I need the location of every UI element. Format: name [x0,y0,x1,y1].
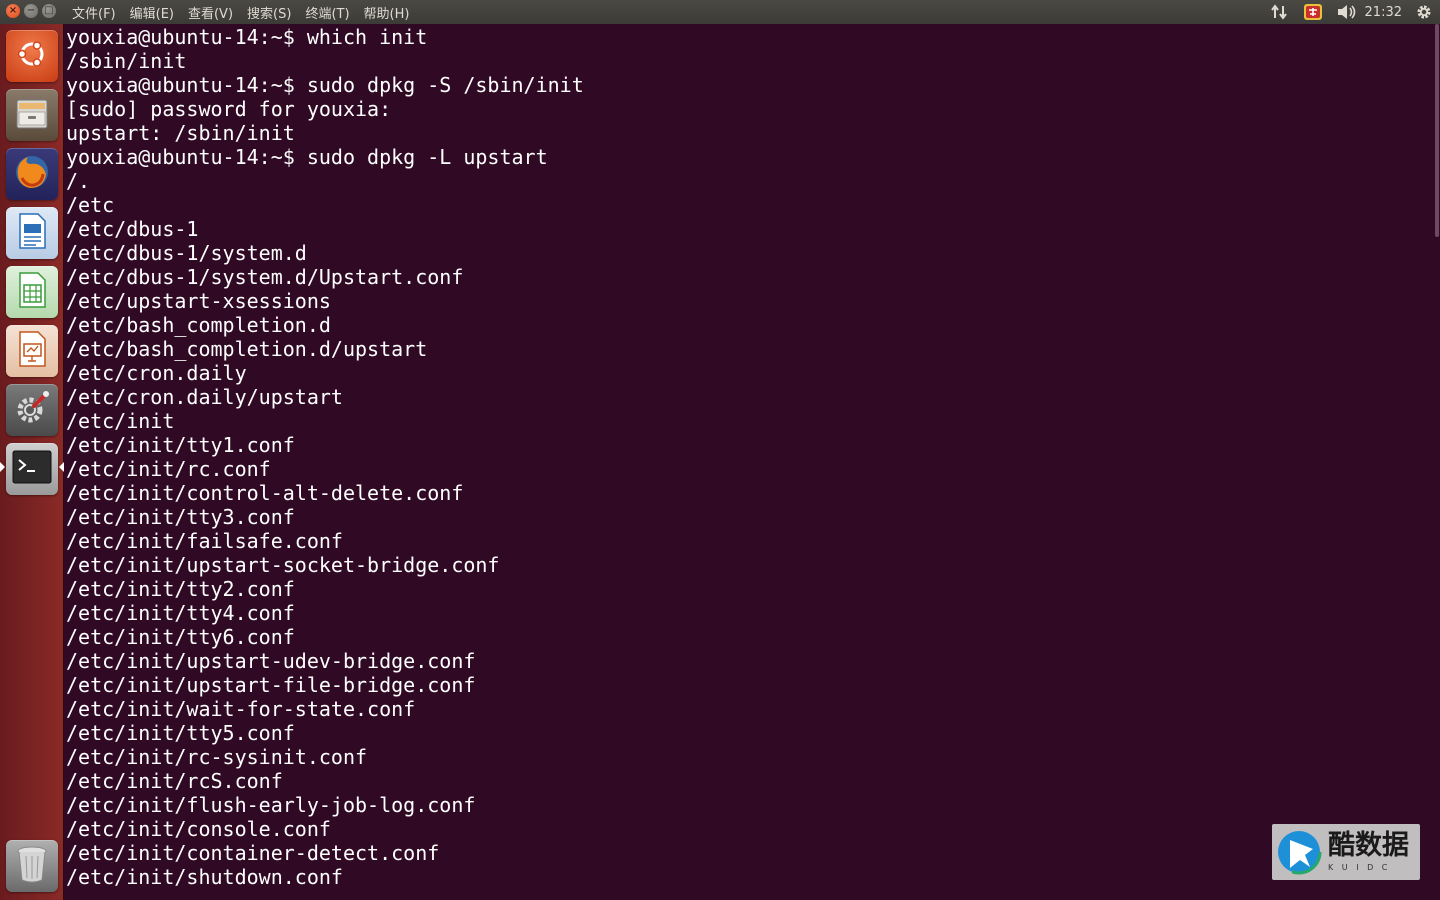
launcher-dash-home[interactable] [6,30,58,82]
terminal-line: /etc/init/rc-sysinit.conf [66,745,368,769]
terminal-line: /etc/init/tty2.conf [66,577,295,601]
terminal-line: /etc/cron.daily [66,361,247,385]
terminal-text: youxia@ubuntu-14:~$ which init/sbin/init… [65,24,1432,889]
terminal-line: /etc/init/tty6.conf [66,625,295,649]
terminal-line: youxia@ubuntu-14:~$ sudo dpkg -S /sbin/i… [66,73,584,97]
watermark: 酷数据 K U I D C [1272,824,1420,880]
close-icon: × [8,5,18,16]
terminal-line: /etc/init/tty5.conf [66,721,295,745]
terminal-line: /etc/dbus-1/system.d/Upstart.conf [66,265,464,289]
terminal-line: /. [66,169,91,193]
launcher [0,24,64,900]
minimize-window-button[interactable]: − [24,4,38,18]
terminal-scrollbar[interactable] [1432,24,1440,900]
file-cabinet-icon [13,94,51,136]
gear-icon[interactable] [1412,0,1436,24]
terminal-line: /etc/init/upstart-file-bridge.conf [66,673,476,697]
scrollbar-thumb[interactable] [1435,24,1439,237]
menu-search[interactable]: 搜索(S) [247,3,291,22]
terminal-line: /sbin/init [66,49,187,73]
terminal-line: /etc/init/console.conf [66,817,331,841]
input-method-icon[interactable] [1301,0,1325,24]
terminal-line: youxia@ubuntu-14:~$ which init [66,25,428,49]
volume-icon[interactable] [1335,0,1359,24]
terminal-line: upstart: /sbin/init [66,121,295,145]
network-updown-icon[interactable] [1267,0,1291,24]
menu-terminal[interactable]: 终端(T) [305,3,349,22]
menu-file[interactable]: 文件(F) [72,3,116,22]
terminal-line: /etc/cron.daily/upstart [66,385,343,409]
menu-help[interactable]: 帮助(H) [364,3,410,22]
minimize-icon: − [26,5,36,16]
trash-icon [14,844,50,888]
terminal-line: /etc/init/tty1.conf [66,433,295,457]
maximize-icon: □ [44,5,54,16]
spreadsheet-icon [14,271,50,313]
watermark-subtitle: K U I D C [1328,863,1391,872]
menubar: 文件(F) 编辑(E) 查看(V) 搜索(S) 终端(T) 帮助(H) [72,0,423,24]
launcher-files[interactable] [6,89,58,141]
close-window-button[interactable]: × [6,4,20,18]
terminal-line: /etc/init/tty3.conf [66,505,295,529]
terminal-line: /etc/init/rc.conf [66,457,271,481]
tools-icon [12,388,52,432]
launcher-system-settings[interactable] [6,384,58,436]
terminal-line: /etc/init/upstart-socket-bridge.conf [66,553,500,577]
terminal-icon [12,450,52,488]
terminal-line: youxia@ubuntu-14:~$ sudo dpkg -L upstart [66,145,548,169]
terminal-line: /etc/init/flush-early-job-log.conf [66,793,476,817]
document-icon [14,212,50,254]
presentation-icon [14,330,50,372]
launcher-calc[interactable] [6,266,58,318]
firefox-icon [12,152,52,196]
terminal-output[interactable]: youxia@ubuntu-14:~$ which init/sbin/init… [65,24,1432,900]
menu-view[interactable]: 查看(V) [188,3,233,22]
system-tray: 21:32 [1257,0,1440,24]
terminal-line: /etc/dbus-1 [66,217,199,241]
terminal-line: /etc/bash_completion.d [66,313,331,337]
terminal-line: /etc [66,193,115,217]
terminal-line: /etc/init/rcS.conf [66,769,283,793]
launcher-firefox[interactable] [6,148,58,200]
launcher-writer[interactable] [6,207,58,259]
watermark-title: 酷数据 [1328,830,1409,861]
terminal-line: /etc/init/tty4.conf [66,601,295,625]
terminal-line: /etc/init/control-alt-delete.conf [66,481,464,505]
terminal-line: /etc/init/shutdown.conf [66,865,343,889]
active-indicator-left [0,462,5,472]
maximize-window-button[interactable]: □ [42,4,56,18]
terminal-line: /etc/init/failsafe.conf [66,529,343,553]
terminal-line: /etc/init/wait-for-state.conf [66,697,416,721]
launcher-terminal[interactable] [6,443,58,495]
terminal-line: /etc/bash_completion.d/upstart [66,337,428,361]
clock[interactable]: 21:32 [1365,5,1402,20]
ubuntu-logo-icon [14,36,50,76]
terminal-line: [sudo] password for youxia: [66,97,392,121]
menu-edit[interactable]: 编辑(E) [130,3,174,22]
top-panel: × − □ 文件(F) 编辑(E) 查看(V) 搜索(S) 终端(T) 帮助(H… [0,0,1440,24]
terminal-line: /etc/init/upstart-udev-bridge.conf [66,649,476,673]
terminal-line: /etc/dbus-1/system.d [66,241,307,265]
launcher-impress[interactable] [6,325,58,377]
terminal-line: /etc/init [66,409,175,433]
kuidc-logo-icon [1274,827,1324,877]
terminal-line: /etc/init/container-detect.conf [66,841,440,865]
terminal-line: /etc/upstart-xsessions [66,289,331,313]
launcher-trash[interactable] [6,840,58,892]
focused-indicator-right [59,462,64,472]
